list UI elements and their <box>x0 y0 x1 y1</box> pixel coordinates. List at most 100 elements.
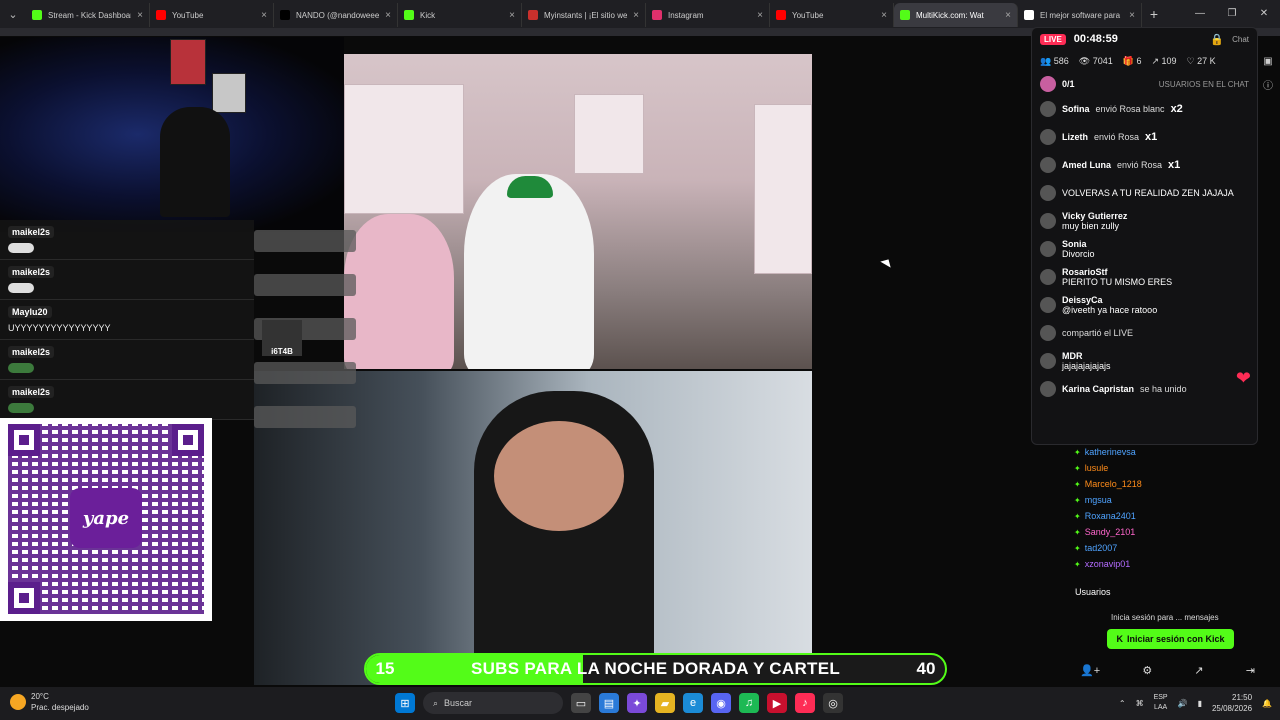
task-view-icon[interactable]: ▭ <box>571 693 591 713</box>
minimize-button[interactable]: — <box>1184 0 1216 28</box>
side-toolbar: ▣ ⓘ <box>1258 56 1278 92</box>
logout-icon[interactable]: ⇥ <box>1246 664 1255 677</box>
close-window-button[interactable]: ✕ <box>1248 0 1280 28</box>
close-tab-icon[interactable]: × <box>1129 10 1135 21</box>
avatar <box>1040 381 1056 397</box>
mini-webcam: i6T4B <box>262 320 302 356</box>
app-icon[interactable]: ▶ <box>767 693 787 713</box>
feed-message: Divorcio <box>1062 249 1095 259</box>
file-explorer-icon[interactable]: ▰ <box>655 693 675 713</box>
qr-finder <box>172 424 204 456</box>
username: katherinevsa <box>1084 447 1136 457</box>
browser-tab[interactable]: YouTube × <box>150 3 274 27</box>
settings-icon[interactable]: ⚙ <box>1142 664 1152 677</box>
feed-message: jajajajajajajs <box>1062 361 1111 371</box>
tiktok-icon[interactable]: ♪ <box>795 693 815 713</box>
user-list-item[interactable]: ✦ tad2007 <box>1074 540 1254 556</box>
stream-video-top[interactable] <box>344 54 812 369</box>
gift-multiplier: x1 <box>1168 159 1181 171</box>
feed-action: envió Rosa <box>1094 132 1140 142</box>
network-icon[interactable]: ⌘ <box>1136 699 1144 708</box>
language-indicator[interactable]: ESP LAA <box>1154 693 1168 713</box>
avatar <box>1040 269 1056 285</box>
close-tab-icon[interactable]: × <box>509 10 515 21</box>
chat-username: maikel2s <box>8 346 55 358</box>
feed-row: VOLVERAS A TU REALIDAD ZEN JAJAJA <box>1032 179 1257 207</box>
discord-icon[interactable]: ◉ <box>711 693 731 713</box>
new-tab-button[interactable]: + <box>1142 6 1166 22</box>
user-list-item[interactable]: ✦ Roxana2401 <box>1074 508 1254 524</box>
notification-icon[interactable]: 🔔 <box>1262 699 1272 708</box>
close-tab-icon[interactable]: × <box>757 10 763 21</box>
gift-multiplier: x2 <box>1170 103 1183 115</box>
chat-text: UYYYYYYYYYYYYYYYY <box>8 323 111 333</box>
close-tab-icon[interactable]: × <box>1005 10 1011 21</box>
live-header: LIVE 00:48:59 🔒 Chat <box>1032 28 1257 50</box>
browser-tab[interactable]: MultiKick.com: Wat × <box>894 3 1018 27</box>
weather-desc: Prac. despejado <box>31 703 89 712</box>
tab-search-button[interactable]: ⌄ <box>0 0 26 28</box>
favicon-icon <box>652 10 662 20</box>
weather-widget[interactable]: 20°C Prac. despejado <box>10 691 89 713</box>
tab-title: YouTube <box>792 10 824 20</box>
user-list-item[interactable]: ✦ lusule <box>1074 460 1254 476</box>
avatar <box>1040 129 1056 145</box>
close-tab-icon[interactable]: × <box>261 10 267 21</box>
taskbar-search[interactable]: ⌕ Buscar <box>423 692 563 714</box>
chat-message: maikel2s <box>0 220 254 260</box>
battery-icon[interactable]: ▮ <box>1198 699 1202 708</box>
volume-icon[interactable]: 🔊 <box>1178 699 1188 708</box>
close-tab-icon[interactable]: × <box>633 10 639 21</box>
live-badge: LIVE <box>1040 33 1066 45</box>
chevron-up-icon[interactable]: ⌃ <box>1119 699 1126 708</box>
login-kick-button[interactable]: K Iniciar sesión con Kick <box>1107 629 1234 649</box>
lock-icon[interactable]: 🔒 <box>1210 33 1224 46</box>
emote-image <box>8 403 34 413</box>
overlay-slot <box>254 274 356 296</box>
notepad-icon[interactable]: ▤ <box>599 693 619 713</box>
user-list-item[interactable]: ✦ katherinevsa <box>1074 444 1254 460</box>
search-icon: ⌕ <box>433 697 439 708</box>
user-list-item[interactable]: ✦ Marcelo_1218 <box>1074 476 1254 492</box>
restore-button[interactable]: ❐ <box>1216 0 1248 28</box>
browser-tab[interactable]: Stream - Kick Dashboard × <box>26 3 150 27</box>
browser-tab[interactable]: Kick × <box>398 3 522 27</box>
start-icon[interactable]: ⊞ <box>395 693 415 713</box>
close-tab-icon[interactable]: × <box>385 10 391 21</box>
edge-icon[interactable]: e <box>683 693 703 713</box>
badge-icon: ✦ <box>1074 527 1081 537</box>
clock[interactable]: 21:50 25/08/2026 <box>1212 692 1252 714</box>
browser-tab[interactable]: Myinstants | ¡El sitio web × <box>522 3 646 27</box>
browser-tab[interactable]: Instagram × <box>646 3 770 27</box>
user-list-item[interactable]: ✦ xzonavip01 <box>1074 556 1254 572</box>
avatar <box>1040 325 1056 341</box>
spotify-icon[interactable]: ♫ <box>739 693 759 713</box>
avatar <box>1040 76 1056 92</box>
chat-message: maikel2s <box>0 380 254 420</box>
badge-icon: ✦ <box>1074 463 1081 473</box>
copilot-icon[interactable]: ✦ <box>627 693 647 713</box>
browser-tab[interactable]: El mejor software para × <box>1018 3 1142 27</box>
close-tab-icon[interactable]: × <box>137 10 143 21</box>
chat-icon[interactable]: ▣ <box>1263 56 1272 67</box>
search-label: Buscar <box>444 698 473 708</box>
favicon-icon <box>1024 10 1034 20</box>
weather-temp: 20°C <box>31 692 49 701</box>
person-silhouette <box>160 107 230 217</box>
info-icon[interactable]: ⓘ <box>1263 77 1273 92</box>
chat-tab[interactable]: Chat <box>1232 35 1249 44</box>
obs-icon[interactable]: ◎ <box>823 693 843 713</box>
popout-icon[interactable]: ↗ <box>1194 664 1203 677</box>
avatar <box>1040 241 1056 257</box>
user-list-item[interactable]: ✦ mgsua <box>1074 492 1254 508</box>
user-list-item[interactable]: ✦ Sandy_2101 <box>1074 524 1254 540</box>
add-user-icon[interactable]: 👤+ <box>1080 664 1100 677</box>
close-tab-icon[interactable]: × <box>881 10 887 21</box>
badge-icon: ✦ <box>1074 543 1081 553</box>
face <box>494 421 624 531</box>
browser-tab[interactable]: YouTube × <box>770 3 894 27</box>
qr-finder <box>8 424 40 456</box>
browser-tab[interactable]: NANDO (@nandoweee) × <box>274 3 398 27</box>
emote-image <box>8 283 34 293</box>
feed-row: RosarioStf PIERITO TU MISMO ERES <box>1032 263 1257 291</box>
